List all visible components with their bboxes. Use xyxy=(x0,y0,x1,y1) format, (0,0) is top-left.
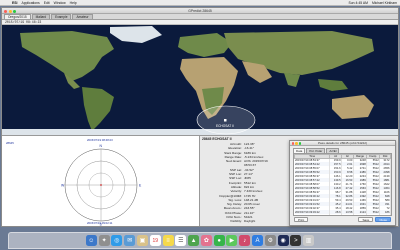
tab-data[interactable]: Data xyxy=(293,148,306,153)
table-body: 2015/07/19 08:53:37 159.9 0.00 3248 5512 3172… xyxy=(294,158,391,215)
reminders-icon[interactable]: ☰ xyxy=(175,235,187,246)
polar-bottom-timestamp: 2015/07/19 09:02:11 xyxy=(87,221,113,225)
tab-module-2[interactable]: Mallard xyxy=(31,14,51,19)
polar-plot[interactable]: N S W E 2015/07/19 08:48:23 2015/07/19 0… xyxy=(2,136,200,227)
dialog-zoom-icon[interactable] xyxy=(298,142,301,145)
trash-icon[interactable]: ▥ xyxy=(303,235,315,246)
table-cell: 5512 xyxy=(366,214,381,215)
contacts-icon[interactable]: ▣ xyxy=(136,235,148,246)
dialog-titlebar[interactable]: Pass details for 28645 (orbit 54222) xyxy=(290,141,395,146)
window-controls xyxy=(4,9,18,13)
app-window: GPredict 28645 Oregon/2015 Mallard Examp… xyxy=(1,7,399,227)
window-title: GPredict 28645 xyxy=(188,9,212,13)
dialog-close-icon[interactable] xyxy=(291,142,294,145)
info-key: Next Event: xyxy=(226,159,242,164)
safari-icon[interactable]: ◎ xyxy=(111,235,123,246)
menu-window[interactable]: Window xyxy=(54,1,66,5)
menu-applications[interactable]: Applications xyxy=(21,1,39,5)
polar-top-timestamp: 2015/07/19 08:48:23 xyxy=(87,138,113,142)
table-cell: 9.46 xyxy=(341,214,354,215)
print-button[interactable]: Print xyxy=(294,217,309,222)
tab-module-4[interactable]: Amateur xyxy=(72,14,93,19)
table-cell: 23.8 xyxy=(329,214,343,215)
dialog-controls xyxy=(291,142,303,145)
dock: ☺ ✦ ◎ ✉ ▣ 19 ≡ ☰ ▲ ✿ ● ▶ ♪ A ⚙ ◉ > ▥ xyxy=(8,232,392,249)
menu-bar: ESI Applications Edit Window Help Sun 4:… xyxy=(0,0,400,6)
info-table: Azimuth: 124.38° Elevation: -16.41° Slant Ra… xyxy=(204,142,280,224)
tab-module-1[interactable]: Oregon/2015 xyxy=(4,14,31,19)
close-button[interactable]: Close xyxy=(375,217,391,222)
menu-edit[interactable]: Edit xyxy=(44,1,50,5)
photos-icon[interactable]: ✿ xyxy=(200,235,212,246)
notes-icon[interactable]: ≡ xyxy=(162,235,174,246)
satellite-label: ECHOSAT II xyxy=(216,124,234,128)
world-map[interactable]: ECHOSAT II xyxy=(2,25,398,135)
music-icon[interactable]: ♪ xyxy=(239,235,251,246)
dialog-minimize-icon[interactable] xyxy=(295,142,298,145)
pass-details-dialog: Pass details for 28645 (orbit 54222) Dat… xyxy=(289,140,396,226)
pass-table[interactable]: Time Az El Range Footp. Dist 2015/07/19 08:53… xyxy=(293,152,392,216)
close-window-icon[interactable] xyxy=(4,9,7,13)
satellite-marker-icon[interactable] xyxy=(224,119,227,122)
tab-polar[interactable]: Pol. Polar xyxy=(306,148,326,153)
mail-icon[interactable]: ✉ xyxy=(124,235,136,246)
table-cell: 2015/07/19 09:04:07 xyxy=(294,214,331,215)
polar-west-label: W xyxy=(61,184,65,188)
gpredict-icon[interactable]: ◉ xyxy=(277,235,289,246)
info-row: Next Event: AOS: 2015/07/19 08:53:37 xyxy=(204,159,280,168)
polar-plot-pane: N S W E 2015/07/19 08:48:23 2015/07/19 0… xyxy=(2,135,200,227)
app-store-icon[interactable]: A xyxy=(252,235,264,246)
minimize-window-icon[interactable] xyxy=(8,9,12,13)
calendar-icon[interactable]: 19 xyxy=(149,235,161,246)
menu-app-name[interactable]: ESI xyxy=(12,1,17,5)
zoom-window-icon[interactable] xyxy=(13,9,16,13)
tab-azel[interactable]: Az/El xyxy=(326,148,340,153)
info-key: Visibility: xyxy=(230,219,242,224)
polar-track-label: 28645 xyxy=(6,141,14,145)
save-button[interactable]: Save xyxy=(358,217,374,222)
terminal-icon[interactable]: > xyxy=(290,235,302,246)
table-cell: 444 xyxy=(379,214,391,215)
table-cell: 2406 xyxy=(353,214,368,215)
facetime-icon[interactable]: ▶ xyxy=(226,235,238,246)
maps-icon[interactable]: ▲ xyxy=(188,235,200,246)
dialog-title: Pass details for 28645 (orbit 54222) xyxy=(317,141,367,145)
clock-text[interactable]: Sun 4:45 AM xyxy=(349,1,368,5)
user-name[interactable]: Michael Kirkham xyxy=(372,1,397,5)
system-preferences-icon[interactable]: ⚙ xyxy=(264,235,276,246)
launchpad-icon[interactable]: ✦ xyxy=(98,235,110,246)
desktop: ESI Applications Edit Window Help Sun 4:… xyxy=(0,0,400,250)
info-value: Daylight xyxy=(244,219,256,224)
info-value: AOS: 2015/07/19 08:53:37 xyxy=(244,159,268,168)
messages-icon[interactable]: ● xyxy=(213,235,225,246)
table-row[interactable]: 2015/07/19 09:04:0723.89.4624065512444 xyxy=(294,214,391,215)
polar-north-label: N xyxy=(100,144,103,148)
polar-center-dot xyxy=(100,184,102,186)
menu-help[interactable]: Help xyxy=(70,1,77,5)
tab-module-3[interactable]: Example xyxy=(51,14,72,19)
info-title: 28645 ECHOSAT II xyxy=(202,137,232,141)
polar-east-label: E xyxy=(139,184,142,188)
dialog-buttons: Print Save Close xyxy=(290,217,395,222)
finder-icon[interactable]: ☺ xyxy=(85,235,97,246)
world-map-canvas: ECHOSAT II xyxy=(2,25,398,135)
info-row: Visibility: Daylight xyxy=(204,219,280,223)
menu-extras: Sun 4:45 AM Michael Kirkham xyxy=(345,0,397,6)
